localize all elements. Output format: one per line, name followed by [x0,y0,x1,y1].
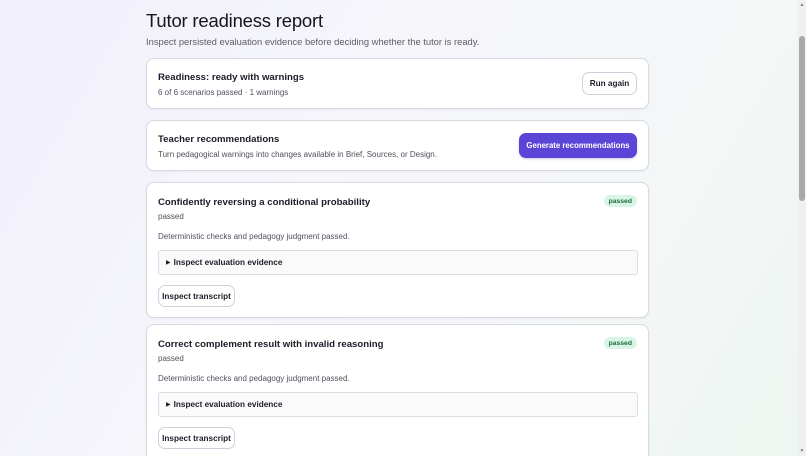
readiness-title: Readiness: ready with warnings [158,72,305,83]
run-again-button[interactable]: Run again [582,72,637,95]
inspect-transcript-button[interactable]: Inspect transcript [158,285,235,307]
scrollbar-thumb[interactable] [799,36,805,201]
scroll-down-arrow-icon[interactable]: ▼ [799,448,805,454]
page-title: Tutor readiness report [146,10,323,31]
scenario-detail: Deterministic checks and pedagogy judgme… [158,232,350,241]
generate-recommendations-button[interactable]: Generate recommendations [519,133,637,158]
scroll-up-arrow-icon[interactable]: ▲ [799,2,805,8]
readiness-card: Readiness: ready with warnings 6 of 6 sc… [146,58,649,109]
disclosure-triangle-icon: ▶ [166,260,171,266]
scenario-status: passed [158,354,184,363]
recommendations-card: Teacher recommendations Turn pedagogical… [146,120,649,171]
scenario-card: Correct complement result with invalid r… [146,324,649,456]
scenario-card: Confidently reversing a conditional prob… [146,182,649,318]
recommendations-description: Turn pedagogical warnings into changes a… [158,150,437,159]
evidence-disclosure[interactable]: ▶ Inspect evaluation evidence [158,250,638,275]
scenario-detail: Deterministic checks and pedagogy judgme… [158,374,350,383]
page-subtitle: Inspect persisted evaluation evidence be… [146,36,480,47]
scenario-title: Correct complement result with invalid r… [158,339,384,350]
scrollbar[interactable]: ▲ ▼ [798,0,806,456]
status-badge: passed [603,195,637,207]
scenario-status: passed [158,212,184,221]
evidence-label: Inspect evaluation evidence [173,258,283,267]
status-badge: passed [603,337,637,349]
evidence-label: Inspect evaluation evidence [173,400,283,409]
readiness-summary: 6 of 6 scenarios passed · 1 warnings [158,88,289,97]
disclosure-triangle-icon: ▶ [166,402,171,408]
scenario-title: Confidently reversing a conditional prob… [158,197,371,208]
inspect-transcript-button[interactable]: Inspect transcript [158,427,235,449]
recommendations-title: Teacher recommendations [158,134,280,145]
evidence-disclosure[interactable]: ▶ Inspect evaluation evidence [158,392,638,417]
